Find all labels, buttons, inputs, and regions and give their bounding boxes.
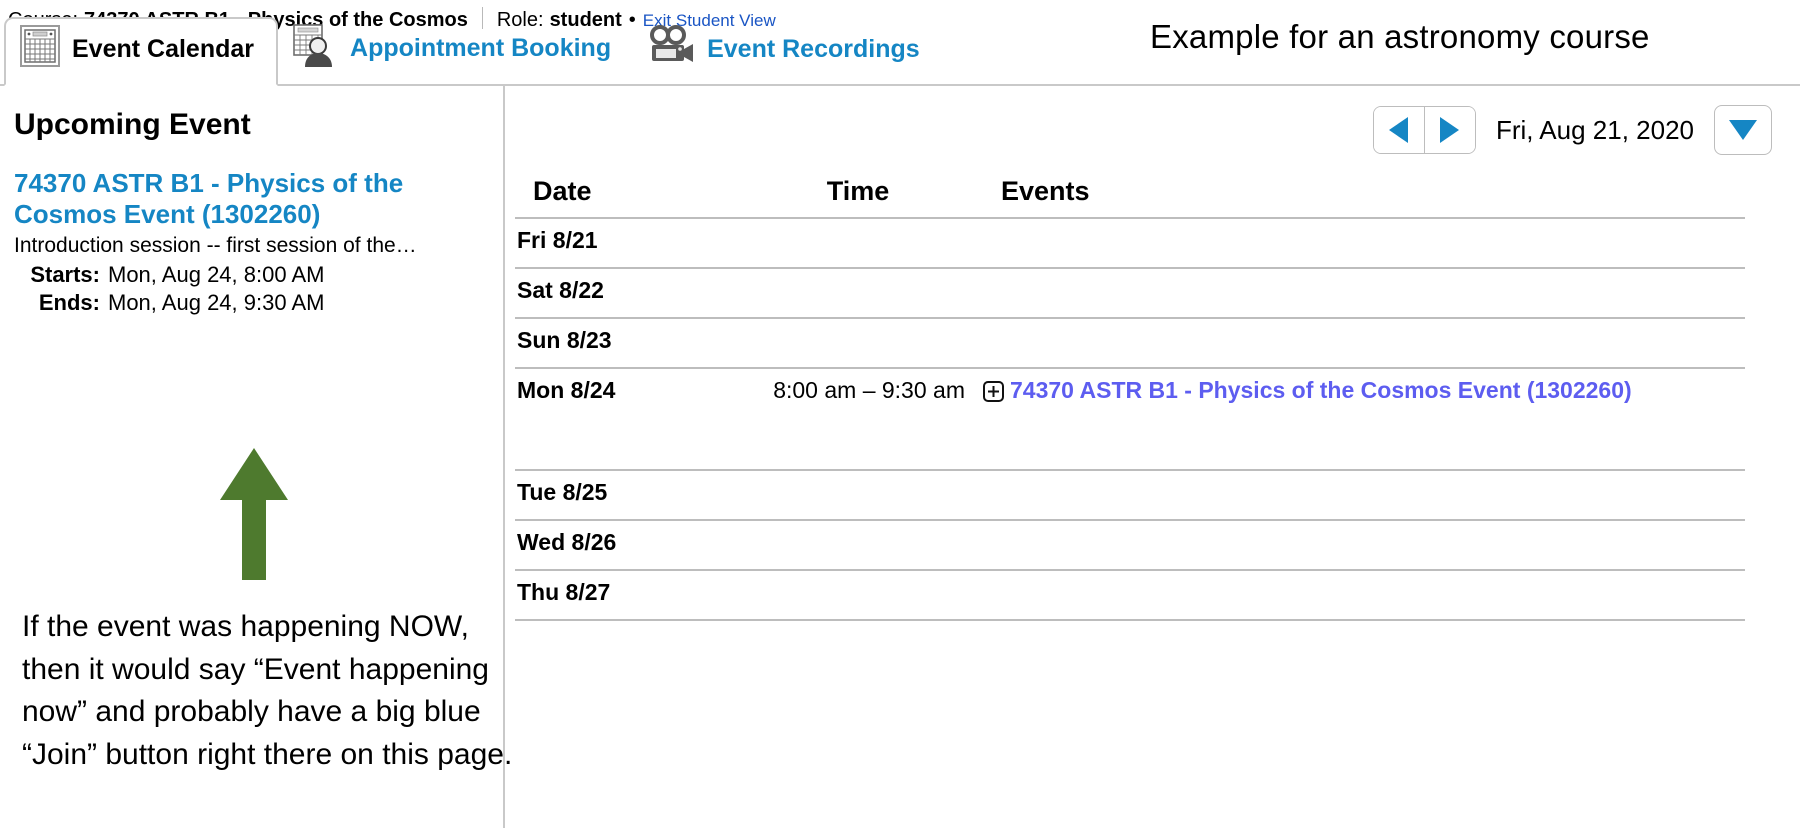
calendar-event-link[interactable]: 74370 ASTR B1 - Physics of the Cosmos Ev… bbox=[1010, 377, 1632, 404]
table-row: Tue 8/25 bbox=[515, 469, 1745, 520]
column-header-date: Date bbox=[533, 176, 592, 206]
calendar-next-button[interactable] bbox=[1423, 107, 1475, 153]
row-events bbox=[973, 267, 1745, 318]
triangle-right-icon bbox=[1440, 117, 1460, 143]
row-time: 8:00 am – 9:30 am bbox=[743, 367, 973, 470]
upcoming-event-heading: Upcoming Event bbox=[14, 108, 251, 141]
column-header-events: Events bbox=[1001, 176, 1090, 206]
row-date: Sat 8/22 bbox=[515, 267, 743, 318]
row-date: Tue 8/25 bbox=[515, 469, 743, 520]
tab-bar: Event Calendar Appointment Booking Event… bbox=[0, 17, 1800, 86]
table-row: Thu 8/27 bbox=[515, 569, 1745, 621]
starts-label: Starts: bbox=[30, 262, 100, 288]
row-events bbox=[973, 469, 1745, 520]
tab-event-recordings[interactable]: Event Recordings bbox=[633, 19, 942, 84]
plus-square-icon[interactable] bbox=[983, 381, 1004, 402]
tab-label-appointment-booking: Appointment Booking bbox=[350, 33, 612, 62]
tab-event-calendar[interactable]: Event Calendar bbox=[4, 17, 279, 86]
calendar-nav-group bbox=[1372, 106, 1476, 154]
calendar-table: Date Time Events Fri 8/21 Sat 8/22 Sun 8… bbox=[515, 176, 1745, 621]
calendar-body: Fri 8/21 Sat 8/22 Sun 8/23 Mon 8/24 8:00… bbox=[515, 217, 1745, 621]
table-row: Sun 8/23 bbox=[515, 317, 1745, 368]
row-date: Sun 8/23 bbox=[515, 317, 743, 368]
row-time bbox=[743, 217, 973, 268]
table-row: Mon 8/24 8:00 am – 9:30 am 74370 ASTR B1… bbox=[515, 367, 1745, 470]
main-content: Upcoming Event 74370 ASTR B1 - Physics o… bbox=[0, 86, 1800, 828]
event-ends-row: Ends: Mon, Aug 24, 9:30 AM bbox=[14, 290, 491, 316]
row-date: Wed 8/26 bbox=[515, 519, 743, 570]
ends-label: Ends: bbox=[38, 290, 100, 316]
row-time bbox=[743, 569, 973, 621]
tab-label-event-calendar: Event Calendar bbox=[72, 34, 255, 63]
table-row: Sat 8/22 bbox=[515, 267, 1745, 318]
annotation-note: If the event was happening NOW, then it … bbox=[22, 610, 513, 771]
row-date: Mon 8/24 bbox=[515, 367, 743, 470]
calendar-pane: Fri, Aug 21, 2020 Date Time Events Fri 8… bbox=[505, 86, 1800, 828]
table-row: Wed 8/26 bbox=[515, 519, 1745, 570]
upcoming-event-sidebar: Upcoming Event 74370 ASTR B1 - Physics o… bbox=[0, 86, 512, 828]
upcoming-event-title-link[interactable]: 74370 ASTR B1 - Physics of the Cosmos Ev… bbox=[14, 168, 479, 229]
row-events bbox=[973, 519, 1745, 570]
row-time bbox=[743, 519, 973, 570]
calendar-header-row: Date Time Events bbox=[515, 176, 1745, 218]
row-date: Fri 8/21 bbox=[515, 217, 743, 268]
event-starts-row: Starts: Mon, Aug 24, 8:00 AM bbox=[14, 262, 491, 288]
row-events bbox=[973, 569, 1745, 621]
row-events bbox=[973, 217, 1745, 268]
row-time bbox=[743, 317, 973, 368]
video-camera-icon bbox=[647, 25, 695, 74]
appointment-person-icon bbox=[292, 23, 338, 74]
row-events: 74370 ASTR B1 - Physics of the Cosmos Ev… bbox=[973, 367, 1745, 470]
column-header-time: Time bbox=[826, 176, 890, 206]
calendar-icon bbox=[20, 25, 60, 74]
table-row: Fri 8/21 bbox=[515, 217, 1745, 268]
tab-label-event-recordings: Event Recordings bbox=[707, 34, 920, 63]
calendar-current-date: Fri, Aug 21, 2020 bbox=[1495, 114, 1694, 145]
row-time bbox=[743, 267, 973, 318]
tab-appointment-booking[interactable]: Appointment Booking bbox=[278, 17, 633, 84]
calendar-prev-button[interactable] bbox=[1373, 107, 1424, 153]
calendar-toolbar: Fri, Aug 21, 2020 bbox=[505, 86, 1800, 158]
upcoming-event-description: Introduction session -- first session of… bbox=[14, 234, 417, 258]
annotation-arrow-up-icon bbox=[218, 448, 290, 580]
row-events bbox=[973, 317, 1745, 368]
row-time bbox=[743, 469, 973, 520]
triangle-left-icon bbox=[1389, 117, 1409, 143]
ends-value: Mon, Aug 24, 9:30 AM bbox=[108, 290, 325, 316]
triangle-down-icon bbox=[1729, 120, 1757, 140]
calendar-date-dropdown-button[interactable] bbox=[1714, 105, 1772, 155]
row-date: Thu 8/27 bbox=[515, 569, 743, 621]
starts-value: Mon, Aug 24, 8:00 AM bbox=[108, 262, 325, 288]
